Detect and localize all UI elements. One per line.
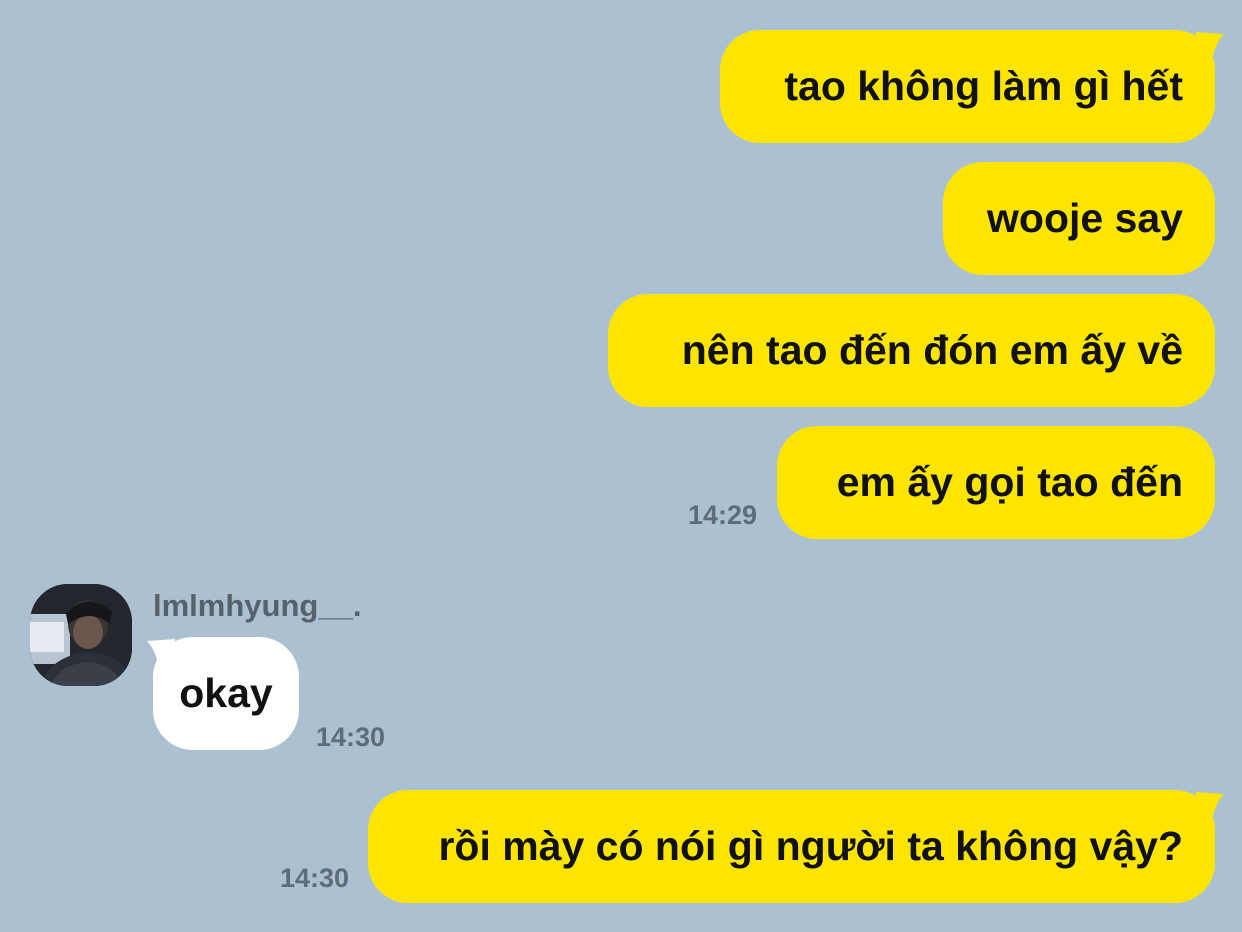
- message-bubble-outgoing[interactable]: em ấy gọi tao đến: [777, 426, 1215, 539]
- message-timestamp: 14:29: [687, 500, 757, 530]
- message-text: nên tao đến đón em ấy về: [681, 327, 1183, 373]
- message-text: okay: [179, 670, 273, 716]
- message-text: em ấy gọi tao đến: [836, 459, 1183, 505]
- message-bubble-outgoing[interactable]: wooje say: [943, 162, 1215, 275]
- sender-name: lmlmhyung__.: [153, 588, 362, 623]
- bubble-tail-icon: [1196, 32, 1224, 60]
- bubble-tail-icon: [147, 639, 175, 667]
- message-bubble-outgoing[interactable]: tao không làm gì hết: [720, 30, 1215, 143]
- message-text: tao không làm gì hết: [784, 63, 1183, 109]
- profile-photo-icon: [30, 584, 132, 686]
- message-bubble-outgoing[interactable]: rồi mày có nói gì người ta không vậy?: [368, 790, 1215, 903]
- message-timestamp: 14:30: [316, 722, 386, 752]
- message-text: rồi mày có nói gì người ta không vậy?: [438, 823, 1183, 869]
- message-timestamp: 14:30: [279, 863, 349, 893]
- message-bubble-outgoing[interactable]: nên tao đến đón em ấy về: [608, 294, 1215, 407]
- message-text: wooje say: [987, 195, 1183, 241]
- bubble-tail-icon: [1196, 792, 1224, 820]
- avatar[interactable]: [30, 584, 132, 686]
